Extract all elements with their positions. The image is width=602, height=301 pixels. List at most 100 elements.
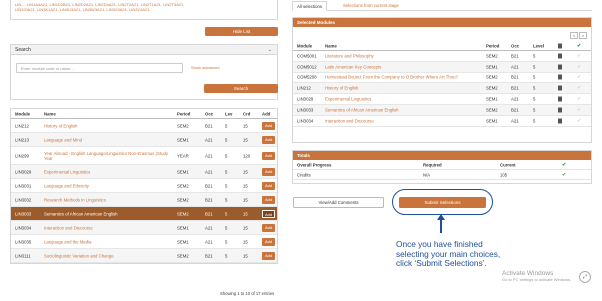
delete-icon[interactable] bbox=[558, 64, 562, 70]
module-code: LIN212 bbox=[15, 123, 29, 128]
module-name-link[interactable]: Semantics of African American English bbox=[44, 211, 118, 216]
hide-list-button[interactable]: Hide List bbox=[205, 27, 278, 36]
col-period-header[interactable]: Period bbox=[486, 43, 499, 48]
module-name-link[interactable]: Language and Mind bbox=[44, 137, 82, 142]
module-occ: B21 bbox=[205, 183, 213, 188]
selected-module-name-link[interactable]: Literature and Philosophy bbox=[325, 53, 374, 58]
module-period: SEM1 bbox=[177, 225, 189, 230]
add-module-button[interactable]: Add bbox=[262, 151, 275, 160]
col-lev-header[interactable]: Lev bbox=[225, 111, 232, 116]
selected-module-name-link[interactable]: Homestead Bound: From the Company to O B… bbox=[325, 75, 458, 80]
pager-prev-button[interactable]: < bbox=[570, 32, 578, 39]
tab-current-stage[interactable]: Selections from current stage bbox=[339, 1, 403, 11]
required-header: Required bbox=[423, 162, 442, 167]
delete-icon[interactable] bbox=[558, 74, 562, 80]
table-row: LIN3035 Language and the Media SEM1 A21 … bbox=[11, 235, 277, 249]
col-level-header[interactable]: Level bbox=[533, 43, 544, 48]
table-row: LIN213 Language and Mind SEM1 A21 5 15 A… bbox=[11, 133, 277, 147]
module-credits: 15 bbox=[243, 197, 248, 202]
module-level: 5 bbox=[225, 197, 228, 202]
table-row-selected[interactable]: LIN3033 Semantics of African American En… bbox=[11, 207, 277, 221]
col-period-header[interactable]: Period bbox=[177, 111, 190, 116]
col-crd-header[interactable]: Crd bbox=[243, 111, 250, 116]
delete-icon[interactable] bbox=[558, 107, 562, 113]
table-entries-info: Showing 1 to 10 of 17 entries bbox=[220, 291, 275, 296]
col-occ-header[interactable]: Occ bbox=[511, 43, 519, 48]
module-name-link[interactable]: Research Methods in Linguistics bbox=[44, 197, 106, 202]
check-icon: ✔ bbox=[577, 74, 582, 81]
pager: < > bbox=[569, 32, 587, 39]
module-code: LIN3033 bbox=[15, 211, 32, 216]
delete-icon[interactable] bbox=[558, 53, 562, 59]
module-code: LIN3029 bbox=[15, 169, 32, 174]
selected-module-name-link[interactable]: Semantics of African American English bbox=[325, 107, 399, 112]
add-module-button[interactable]: Add bbox=[262, 135, 275, 144]
selected-modules-panel: Selected Modules < > Module Name Period O… bbox=[292, 17, 592, 143]
module-name-link[interactable]: Interaction and Discourse bbox=[44, 225, 93, 230]
selected-module-occ: B21 bbox=[511, 53, 519, 59]
delete-icon[interactable] bbox=[558, 85, 562, 91]
table-row: LIN212 History of English SEM2 B21 5 ✔ bbox=[293, 83, 591, 95]
selected-module-period: SEM1 bbox=[486, 118, 498, 124]
search-button[interactable]: Search bbox=[204, 84, 278, 93]
show-advanced-link[interactable]: Show advanced bbox=[191, 65, 219, 70]
module-name-link[interactable]: Sociolinguistic Variation and Change bbox=[44, 253, 114, 258]
credits-required: N/A bbox=[423, 172, 431, 177]
module-name-link[interactable]: Language and Ethnicity bbox=[44, 183, 89, 188]
table-row: LIN299 Year Abroad - English Language/Li… bbox=[11, 147, 277, 165]
selected-module-code: LIN212 bbox=[297, 85, 311, 91]
module-period: SEM2 bbox=[177, 253, 189, 258]
selected-module-name-link[interactable]: Interaction and Discourse bbox=[325, 118, 374, 123]
module-name-link[interactable]: History of English bbox=[44, 123, 77, 128]
module-period: SEM2 bbox=[177, 211, 189, 216]
col-module-header[interactable]: Module bbox=[297, 43, 312, 48]
search-panel-header[interactable]: Search ⌄ bbox=[11, 45, 277, 55]
col-name-header[interactable]: Name bbox=[44, 111, 56, 116]
add-module-button[interactable]: Add bbox=[262, 181, 275, 190]
table-row: LIN3034 Interaction and Discourse SEM1 A… bbox=[11, 221, 277, 235]
module-code: LIN3032 bbox=[15, 197, 32, 202]
selected-module-name-link[interactable]: History of English bbox=[325, 86, 358, 91]
module-credits: 15 bbox=[243, 123, 248, 128]
selected-module-occ: B21 bbox=[511, 85, 519, 91]
table-row: LIN3029 Experimental Linguistics SEM1 A2… bbox=[293, 94, 591, 105]
add-module-button[interactable]: Add bbox=[262, 209, 275, 218]
module-occ: A21 bbox=[205, 137, 213, 142]
add-module-button[interactable]: Add bbox=[262, 251, 275, 260]
submit-selections-button[interactable]: Submit Selections bbox=[399, 197, 486, 208]
selected-module-name-link[interactable]: Experimental Linguistics bbox=[325, 97, 371, 102]
module-name-link[interactable]: Experimental Linguistics bbox=[44, 169, 90, 174]
module-credits: 120 bbox=[243, 153, 251, 158]
add-module-button[interactable]: Add bbox=[262, 223, 275, 232]
search-input[interactable]: Enter module code or name... bbox=[16, 63, 183, 73]
table-row: LIN212 History of English SEM2 B21 5 15 … bbox=[11, 119, 277, 133]
module-results-table: Module Name Period Occ Lev Crd Add LIN21… bbox=[10, 108, 278, 264]
delete-icon[interactable] bbox=[558, 118, 562, 124]
col-module-header[interactable]: Module bbox=[15, 111, 30, 116]
view-add-comments-button[interactable]: View/Add Comments bbox=[293, 197, 384, 208]
selected-module-name-link[interactable]: Latin American Key Concepts bbox=[325, 64, 381, 69]
tab-all-selections[interactable]: All selections bbox=[292, 1, 328, 11]
col-name-header[interactable]: Name bbox=[325, 43, 337, 48]
col-occ-header[interactable]: Occ bbox=[205, 111, 213, 116]
chevron-down-icon[interactable]: ⌄ bbox=[268, 45, 272, 55]
selected-module-level: 5 bbox=[533, 118, 536, 124]
module-credits: 15 bbox=[243, 211, 248, 216]
module-period: SEM2 bbox=[177, 183, 189, 188]
table-row: LIN3032 Research Methods in Linguistics … bbox=[11, 193, 277, 207]
add-module-button[interactable]: Add bbox=[262, 167, 275, 176]
table-row: LIN3029 Experimental Linguistics SEM1 A2… bbox=[11, 165, 277, 179]
module-name-link[interactable]: Year Abroad - English Language/Linguisti… bbox=[44, 151, 169, 161]
selected-module-level: 5 bbox=[533, 107, 536, 113]
delete-icon[interactable] bbox=[558, 96, 562, 102]
add-module-button[interactable]: Add bbox=[262, 121, 275, 130]
expand-icon[interactable]: ⤢ bbox=[579, 271, 591, 283]
check-icon: ✔ bbox=[562, 161, 567, 168]
module-name-link[interactable]: Language and the Media bbox=[44, 239, 92, 244]
add-module-button[interactable]: Add bbox=[262, 237, 275, 246]
selected-module-period: SEM2 bbox=[486, 74, 498, 80]
module-occ: A21 bbox=[205, 153, 213, 158]
add-module-button[interactable]: Add bbox=[262, 195, 275, 204]
pager-next-button[interactable]: > bbox=[579, 32, 587, 39]
module-occ: A21 bbox=[205, 239, 213, 244]
